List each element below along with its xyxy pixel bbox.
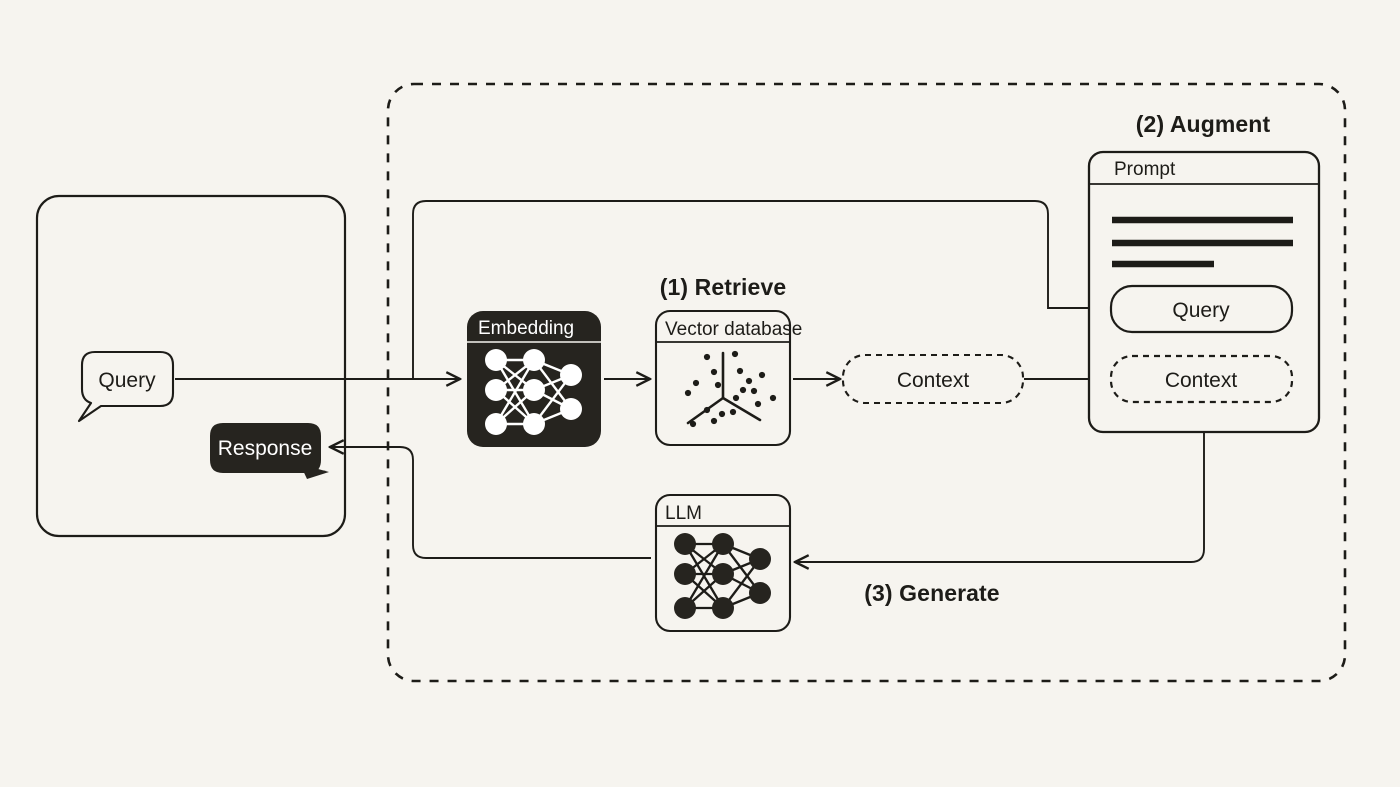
step-label-retrieve: (1) Retrieve	[660, 274, 786, 300]
step-label-generate: (3) Generate	[864, 580, 999, 606]
diagram-canvas: Query Response (1) Retrieve (2) Augment …	[0, 0, 1400, 787]
llm-card-title: LLM	[665, 503, 702, 524]
prompt-query-slot-label: Query	[1172, 299, 1230, 322]
edge-prompt-to-llm	[795, 432, 1205, 562]
step-label-augment: (2) Augment	[1136, 111, 1271, 137]
prompt-card-title: Prompt	[1114, 159, 1176, 180]
vector-database-card[interactable]: Vector database	[654, 309, 802, 447]
rag-flow-diagram: Query Response (1) Retrieve (2) Augment …	[35, 82, 1347, 683]
prompt-card[interactable]: Prompt Query Context	[1087, 150, 1321, 434]
embedding-card[interactable]: Embedding	[467, 311, 601, 447]
response-bubble-label: Response	[218, 437, 313, 460]
llm-card[interactable]: LLM	[654, 493, 792, 633]
embedding-card-title: Embedding	[478, 318, 574, 339]
response-bubble[interactable]: Response	[210, 423, 329, 479]
prompt-query-slot[interactable]: Query	[1109, 284, 1294, 334]
prompt-context-slot-label: Context	[1165, 369, 1238, 392]
context-pill[interactable]: Context	[841, 353, 1025, 405]
vector-database-card-title: Vector database	[665, 319, 802, 340]
prompt-context-slot[interactable]: Context	[1109, 354, 1294, 404]
query-bubble-label: Query	[98, 369, 156, 392]
context-pill-label: Context	[897, 369, 970, 392]
edge-llm-to-response	[330, 447, 651, 559]
